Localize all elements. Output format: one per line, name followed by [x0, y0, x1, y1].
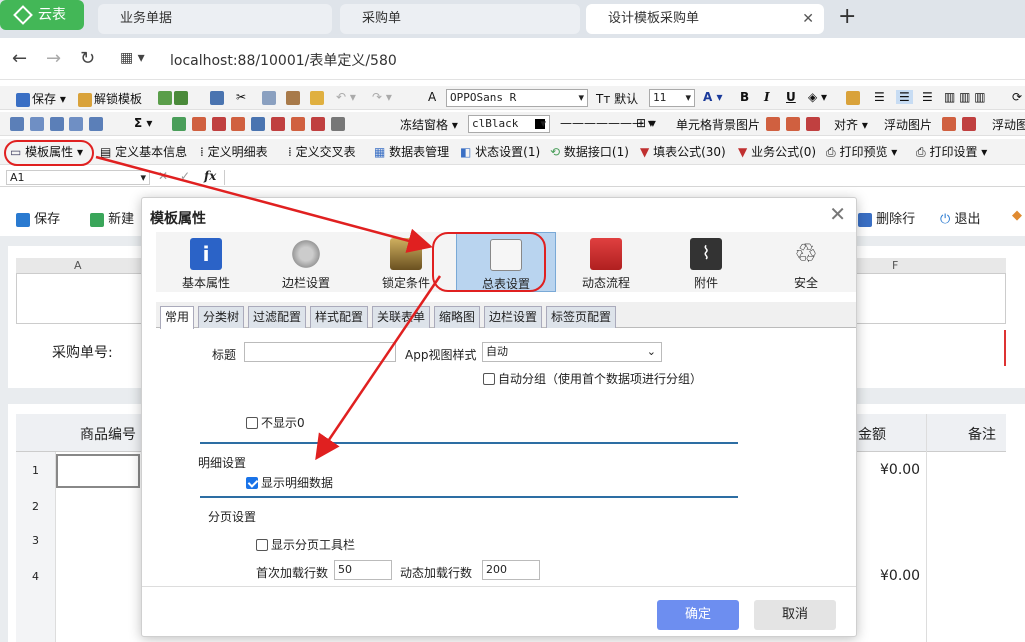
arrow-to-detail-settings: [315, 275, 442, 461]
annotation-arrows: [95, 155, 442, 461]
arrow-to-master-settings: [95, 155, 433, 253]
